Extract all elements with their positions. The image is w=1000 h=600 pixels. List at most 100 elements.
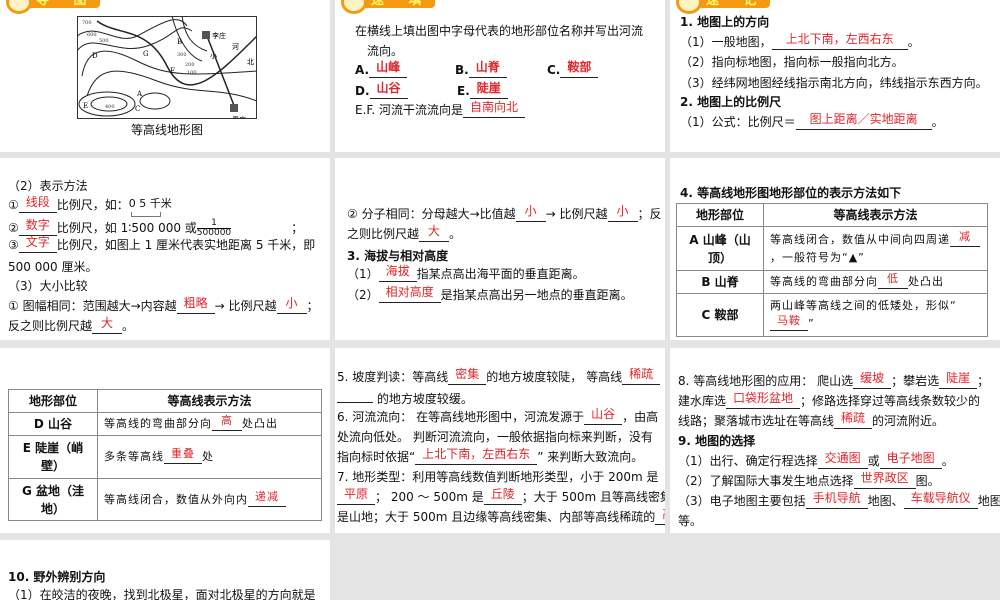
text-line: ① 线段 比例尺，如： [8,196,129,213]
text: 3. 海拔与相对高度 [347,249,449,263]
contour-label: 400 [105,104,115,110]
answer-blank[interactable]: 减 [950,229,980,247]
text: 等高线闭合，数值从中间向四周递 [770,232,950,246]
text: ，由高 [622,410,659,424]
answer-blank[interactable]: 陡崖 [469,82,508,99]
answer-blank[interactable]: 小 [607,205,638,222]
panel-contour-map: 导 图 A B C D E F G 李庄 周庄 小 河 北 700 600 50… [0,0,330,152]
text: ；攀岩选 [891,374,940,388]
answer-blank[interactable]: 车载导航仪 [903,492,978,509]
answer-blank[interactable]: 高 [212,414,242,431]
text: → 比例尺越 [214,299,277,313]
text: 处凸出 [908,275,944,288]
answer-text: 世界政区 [860,471,909,485]
text-line: 等高线的弯曲部分向低处凸出 [763,270,988,294]
text: D. [355,84,370,98]
text: 处 [202,450,214,463]
answer-blank[interactable]: 缓坡 [853,372,892,389]
text: 地图 [977,494,1000,508]
answer-blank[interactable]: 山谷 [584,408,623,425]
answer-blank[interactable]: 稀疏 [834,412,873,429]
answer-text: 稀疏 [841,411,866,425]
text: 7. 地形类型：利用等高线数值判断地形类型，小于 200m 是 [337,470,659,484]
answer-blank[interactable]: 手机导航 [805,492,868,509]
table-row: A 山峰（山顶） 等高线闭合，数值从中间向四周递 减 ，一般符号为“▲” [676,226,988,271]
text-line: 等。 [678,513,702,529]
answer-blank[interactable]: 马鞍 [770,314,808,331]
terrain-name: B 山脊 [676,270,764,294]
answer-blank[interactable]: 重叠 [164,447,202,464]
answer-blank[interactable]: 山谷 [369,82,408,99]
answer-blank[interactable]: 山峰 [369,61,408,78]
answer-text: 自南向北 [470,100,519,114]
answer-text: 口袋形盆地 [733,391,794,405]
answer-blank[interactable]: 小 [515,205,546,222]
panel-quick-notes: 速 记 1. 地图上的方向 （1）一般地图， 上北下南，左西右东。 （2）指向标地… [670,0,1000,152]
answer-blank[interactable]: 电子地图 [879,452,942,469]
text: ；大于 500m 且等高线密集的 [521,490,665,504]
answer-blank[interactable]: 海拔 [378,265,417,282]
answer-blank[interactable]: 平原 [337,488,376,505]
answer-blank[interactable]: 大 [92,317,123,334]
text-line: （1）公式：比例尺＝ 图上距离／实地距离。 [680,113,944,130]
answer-blank[interactable]: 密集 [448,368,487,385]
answer-blank[interactable]: 交通图 [817,452,868,469]
answer-blank[interactable]: 丘陵 [483,488,522,505]
answer-blank[interactable]: 稀疏 [622,368,661,385]
text: ； 200 ～ 500m 是 [375,490,484,504]
text-line: 两山峰等高线之间的低矮处，形似“ 马鞍 ” [763,293,988,337]
text: 。 [449,227,462,241]
village-icon [202,31,210,39]
answer-blank[interactable]: 山脊 [468,61,507,78]
answer-text: 图上距离／实地距离 [809,112,918,126]
text: （1）出行、确定行程选择 [678,454,818,468]
text: 。 [122,319,135,333]
text: 比例尺，如 1∶500 000 或 [56,221,197,235]
text-line: （2）表示方法 [8,178,88,194]
text-line: 多条等高线 重叠处 [97,435,322,479]
map-label: D [92,52,98,60]
text-line: 流向。 [367,43,403,59]
text-line: 6. 河流流向： 在等高线地形图中，河流发源于 山谷 ，由高 [337,408,659,425]
text: （1）公式：比例尺＝ [680,115,796,129]
text: ； [306,299,319,313]
text: 流向。 [367,44,404,58]
text: 9. 地图的选择 [678,434,756,448]
text: C. [547,63,561,77]
answer-blank[interactable]: 图上距离／实地距离 [795,113,932,130]
answer-blank[interactable]: 线段 [18,196,57,213]
text: 多条等高线 [104,450,164,463]
answer-blank[interactable]: 大 [419,225,450,242]
answer-blank[interactable]: 上北下南，左西右东 [771,33,908,50]
text-line: ② 数字 比例尺，如 1∶500 000 或 [8,219,197,236]
answer-blank[interactable]: 上北下南，左西右东 [415,448,538,465]
answer-blank[interactable]: 鞍部 [560,61,599,78]
answer-text: 减 [959,229,971,243]
text: ，一般符号为“▲” [770,250,865,264]
answer-text: 小 [285,296,298,310]
text-line: 指向标时依据“ 上北下南，左西右东 ” 来判断大致流向。 [337,448,643,465]
answer-blank[interactable]: 小 [276,297,307,314]
answer-blank[interactable]: 粗略 [176,297,215,314]
text-line: 1. 地图上的方向 [680,14,769,30]
answer-blank[interactable]: 口袋形盆地 [726,392,801,409]
text: 6. 河流流向： 在等高线地形图中，河流发源于 [337,410,585,424]
answer-blank[interactable]: 高原 [655,508,665,525]
table-row: C 鞍部 两山峰等高线之间的低矮处，形似“ 马鞍 ” [676,293,988,337]
answer-blank[interactable]: 陡崖 [939,372,978,389]
contour-label: 100 [187,70,197,76]
answer-blank[interactable]: 文字 [18,236,57,253]
table-row: E 陡崖（峭壁） 多条等高线 重叠处 [8,435,322,479]
text: 在横线上填出图中字母代表的地形部位名称并写出河流 [355,24,644,38]
column-header: 等高线表示方法 [763,203,988,227]
answer-blank[interactable]: 相对高度 [378,286,441,303]
text: 是山地；大于 500m 且边缘等高线密集、内部等高线稀疏的 [337,510,656,524]
answer-blank[interactable]: 世界政区 [853,472,916,489]
answer-blank[interactable]: 自南向北 [463,101,526,118]
answer-blank[interactable]: 低 [878,272,908,289]
answer-blank[interactable]: 递减 [248,490,286,507]
text-line: （3）大小比较 [8,278,88,294]
map-label: 周庄 [232,115,246,119]
answer-blank[interactable]: 数字 [18,219,57,236]
text-line: 8. 等高线地形图的应用： 爬山选 缓坡 ；攀岩选 陡崖 ； [678,372,989,389]
